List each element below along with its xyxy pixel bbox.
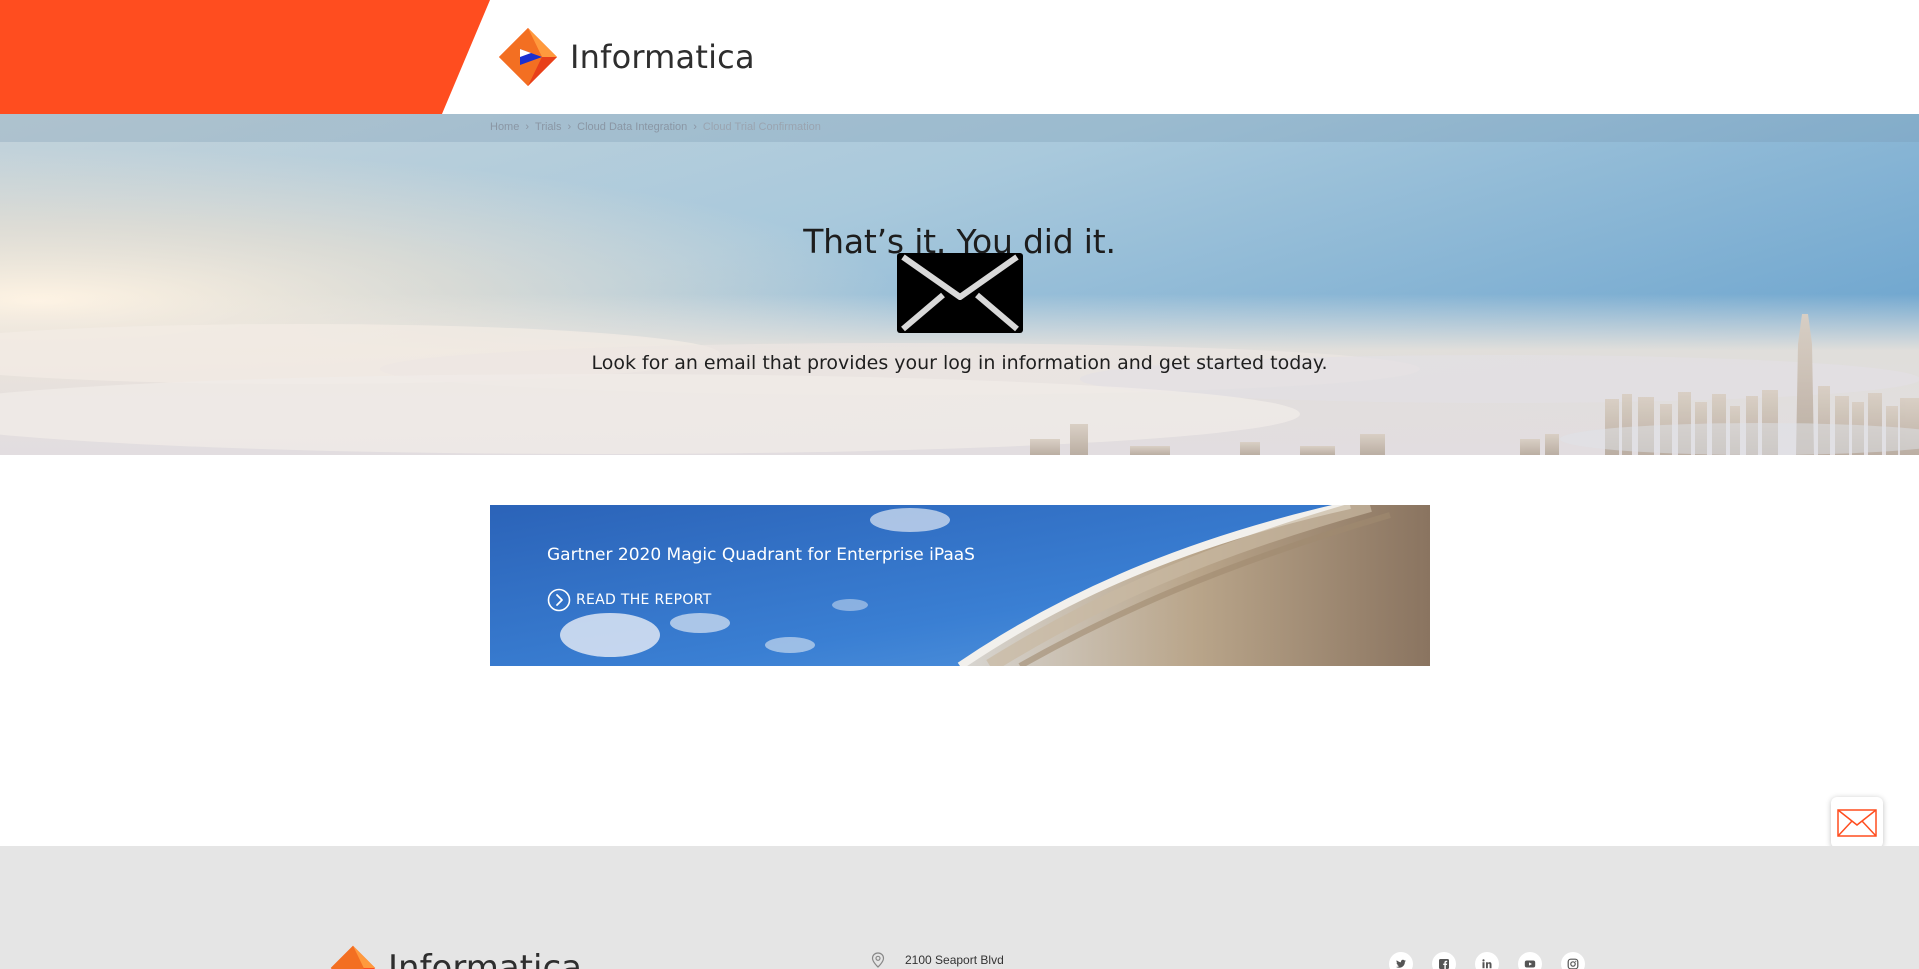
informatica-logo-icon bbox=[330, 945, 376, 969]
brand-name: Informatica bbox=[570, 38, 755, 76]
breadcrumb-item-current: Cloud Trial Confirmation bbox=[702, 121, 821, 133]
banner-title: Gartner 2020 Magic Quadrant for Enterpri… bbox=[547, 545, 975, 565]
mail-icon bbox=[1837, 808, 1877, 837]
informatica-logo-icon bbox=[499, 28, 557, 86]
hero-subtitle: Look for an email that provides your log… bbox=[591, 352, 1328, 374]
linkedin-icon[interactable] bbox=[1475, 952, 1499, 969]
footer-address: 2100 Seaport Blvd bbox=[871, 952, 1004, 968]
footer-logo[interactable]: Informatica bbox=[330, 945, 582, 969]
youtube-icon[interactable] bbox=[1518, 952, 1542, 969]
instagram-icon[interactable] bbox=[1561, 952, 1585, 969]
breadcrumb-item-home[interactable]: Home bbox=[490, 121, 519, 133]
envelope-icon bbox=[897, 253, 1023, 333]
circle-arrow-right-icon bbox=[547, 588, 571, 612]
location-pin-icon bbox=[871, 952, 885, 968]
chevron-right-icon: › bbox=[525, 121, 530, 133]
breadcrumb: Home › Trials › Cloud Data Integration ›… bbox=[490, 121, 821, 133]
footer-brand-name: Informatica bbox=[388, 948, 582, 969]
informatica-logo[interactable]: Informatica bbox=[498, 27, 755, 87]
site-header: Informatica bbox=[0, 0, 1919, 114]
contact-email-button[interactable] bbox=[1831, 797, 1883, 848]
header-accent-shape bbox=[0, 0, 490, 114]
twitter-icon[interactable] bbox=[1389, 952, 1413, 969]
breadcrumb-item-trials[interactable]: Trials bbox=[535, 121, 561, 133]
facebook-icon[interactable] bbox=[1432, 952, 1456, 969]
read-report-label: READ THE REPORT bbox=[576, 592, 712, 608]
hero-section: Home › Trials › Cloud Data Integration ›… bbox=[0, 114, 1919, 455]
breadcrumb-item-cloud-data-integration[interactable]: Cloud Data Integration bbox=[577, 121, 687, 133]
breadcrumb-bar bbox=[0, 114, 1919, 142]
gartner-report-banner[interactable]: Gartner 2020 Magic Quadrant for Enterpri… bbox=[490, 505, 1430, 666]
address-text: 2100 Seaport Blvd bbox=[905, 953, 1004, 967]
banner-background-image bbox=[490, 505, 1430, 666]
social-links bbox=[1389, 952, 1604, 969]
site-footer: Informatica 2100 Seaport Blvd bbox=[0, 846, 1919, 969]
chevron-right-icon: › bbox=[693, 121, 697, 133]
read-report-link[interactable]: READ THE REPORT bbox=[547, 588, 712, 612]
chevron-right-icon: › bbox=[567, 121, 572, 133]
